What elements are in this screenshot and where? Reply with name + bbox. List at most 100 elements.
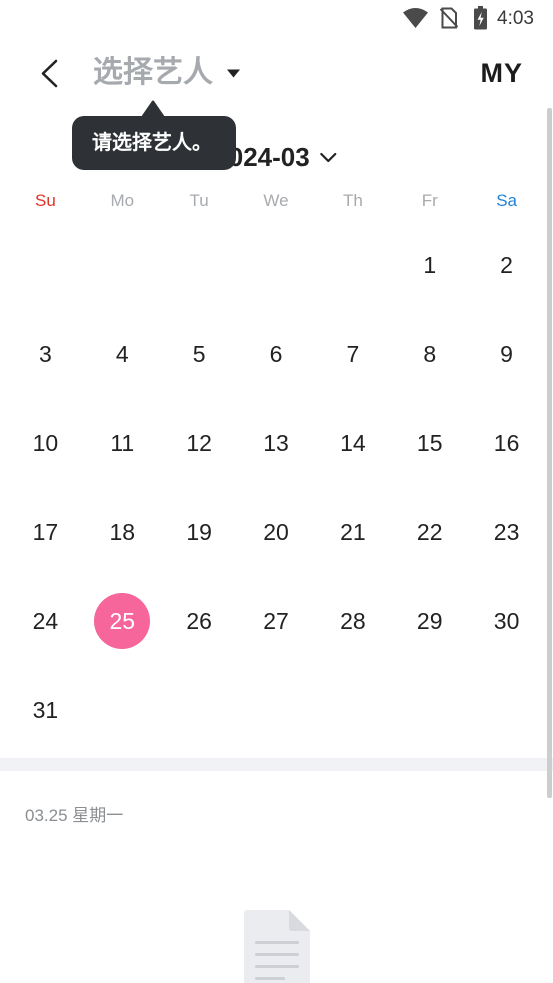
day-number: 30	[493, 607, 520, 634]
calendar-day[interactable]: 10	[7, 398, 84, 487]
calendar-day[interactable]: 6	[238, 309, 315, 398]
day-number: 31	[32, 696, 59, 723]
calendar-day[interactable]: 23	[468, 487, 545, 576]
calendar-day[interactable]: 29	[391, 576, 468, 665]
selected-date-label: 03.25 星期一	[25, 806, 124, 825]
calendar-empty-cell	[161, 665, 238, 754]
calendar-week-row: 10 11 12 13 14 15 16	[7, 398, 545, 487]
calendar-day[interactable]: 15	[391, 398, 468, 487]
caret-down-icon	[227, 69, 240, 78]
calendar-empty-cell	[84, 220, 161, 309]
wifi-icon	[402, 7, 429, 29]
day-number: 15	[416, 429, 443, 456]
calendar-day[interactable]: 14	[314, 398, 391, 487]
calendar-day-selected[interactable]: 25	[84, 576, 161, 665]
calendar-day[interactable]: 7	[314, 309, 391, 398]
weekday-header: Su Mo Tu We Th Fr Sa	[7, 186, 545, 216]
day-number: 29	[416, 607, 443, 634]
weekday-monday: Mo	[110, 191, 135, 210]
calendar-day[interactable]: 4	[84, 309, 161, 398]
calendar-day[interactable]: 3	[7, 309, 84, 398]
weekday-wednesday: We	[263, 191, 289, 210]
day-number: 21	[340, 518, 366, 545]
day-number: 6	[269, 340, 283, 367]
calendar-day[interactable]: 17	[7, 487, 84, 576]
no-sim-icon	[439, 7, 459, 29]
day-number: 20	[263, 518, 289, 545]
calendar-day[interactable]: 11	[84, 398, 161, 487]
day-number: 22	[416, 518, 443, 545]
calendar-day[interactable]: 31	[7, 665, 84, 754]
weekday-tuesday: Tu	[189, 191, 209, 210]
empty-document-icon	[243, 909, 311, 983]
status-time: 4:03	[497, 8, 534, 29]
scrollbar[interactable]	[547, 108, 552, 798]
day-number: 2	[500, 251, 513, 278]
day-number: 24	[32, 607, 59, 634]
day-number: 10	[32, 429, 59, 456]
calendar-day[interactable]: 12	[161, 398, 238, 487]
day-number: 14	[340, 429, 366, 456]
day-number: 28	[340, 607, 366, 634]
day-number: 8	[423, 340, 437, 367]
weekday-sunday: Su	[35, 191, 56, 210]
day-number: 16	[493, 429, 520, 456]
calendar-empty-cell	[84, 665, 161, 754]
day-number: 19	[186, 518, 212, 545]
calendar-empty-cell	[314, 665, 391, 754]
calendar-empty-cell	[238, 665, 315, 754]
weekday-thursday: Th	[342, 191, 363, 210]
day-number: 13	[263, 429, 289, 456]
tooltip-arrow	[141, 100, 165, 117]
day-number: 26	[186, 607, 212, 634]
calendar-day[interactable]: 16	[468, 398, 545, 487]
calendar-day[interactable]: 22	[391, 487, 468, 576]
calendar-grid: 1 2 3 4 5 6 7 8 9 10 11 12 13 14 15 16 17 18 19 20 21 22 23 24 2…	[7, 220, 545, 754]
calendar-week-row: 24 25 26 27 28 29 30	[7, 576, 545, 665]
artist-selector-label: 选择艺人	[93, 56, 213, 89]
calendar-day[interactable]: 8	[391, 309, 468, 398]
tooltip-text: 请选择艺人。	[92, 132, 212, 154]
day-number: 4	[115, 340, 129, 367]
calendar-day[interactable]: 1	[391, 220, 468, 309]
calendar-day[interactable]: 9	[468, 309, 545, 398]
day-number: 18	[109, 518, 136, 545]
artist-selector[interactable]: 选择艺人	[93, 55, 240, 91]
calendar-day[interactable]: 21	[314, 487, 391, 576]
calendar-week-row: 31	[7, 665, 545, 754]
calendar-day[interactable]: 26	[161, 576, 238, 665]
day-number: 9	[500, 340, 513, 367]
calendar-empty-cell	[391, 665, 468, 754]
select-artist-tooltip: 请选择艺人。	[72, 100, 236, 170]
day-number: 5	[192, 340, 206, 367]
calendar-day[interactable]: 27	[238, 576, 315, 665]
calendar-day[interactable]: 28	[314, 576, 391, 665]
my-button[interactable]: MY	[481, 55, 524, 91]
calendar-day[interactable]: 2	[468, 220, 545, 309]
calendar-day[interactable]: 5	[161, 309, 238, 398]
chevron-down-icon	[320, 152, 338, 163]
day-number: 3	[39, 340, 52, 367]
calendar-day[interactable]: 19	[161, 487, 238, 576]
calendar-day[interactable]: 20	[238, 487, 315, 576]
day-number: 23	[493, 518, 520, 545]
calendar-day[interactable]: 24	[7, 576, 84, 665]
calendar-empty-cell	[238, 220, 315, 309]
calendar-day[interactable]: 18	[84, 487, 161, 576]
calendar-day[interactable]: 13	[238, 398, 315, 487]
chevron-left-icon	[41, 59, 58, 88]
calendar-day[interactable]: 30	[468, 576, 545, 665]
day-number: 1	[423, 251, 437, 278]
back-button[interactable]	[30, 55, 66, 91]
calendar-empty-cell	[468, 665, 545, 754]
calendar-empty-cell	[314, 220, 391, 309]
day-number: 7	[346, 340, 360, 367]
day-number: 27	[263, 607, 289, 634]
selected-day-number: 25	[94, 592, 151, 649]
calendar-week-row: 3 4 5 6 7 8 9	[7, 309, 545, 398]
day-number: 17	[32, 518, 59, 545]
calendar-week-row: 17 18 19 20 21 22 23	[7, 487, 545, 576]
calendar-week-row: 12	[7, 220, 545, 309]
section-divider	[0, 758, 553, 771]
day-number: 12	[186, 429, 212, 456]
